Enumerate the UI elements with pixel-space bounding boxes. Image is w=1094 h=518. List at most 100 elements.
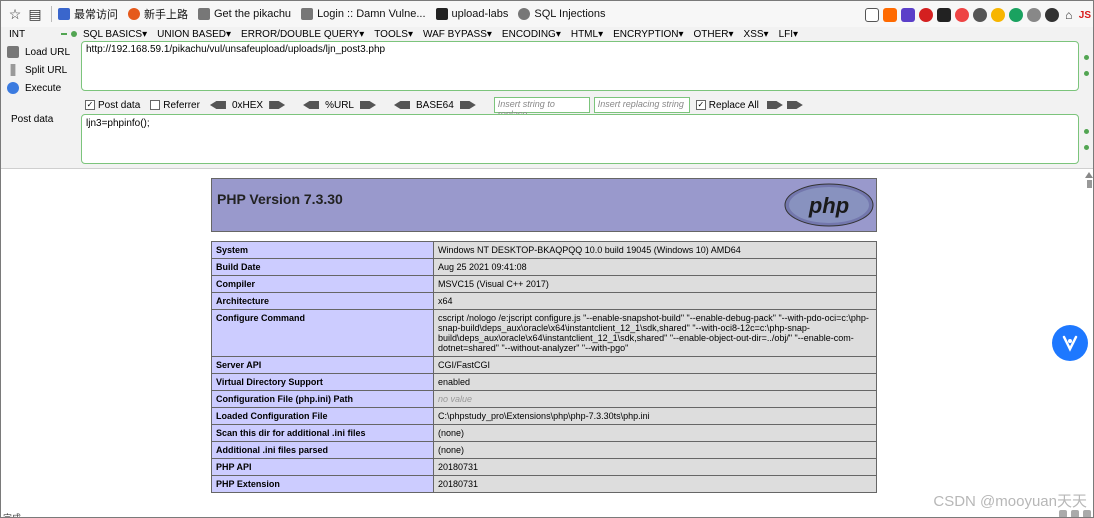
post-data-textarea[interactable]: ljn3=phpinfo();: [81, 114, 1079, 164]
load-url-button[interactable]: Load URL: [7, 43, 77, 61]
browser-window: ☆ ▤ 最常访问 新手上路 Get the pikachu Login :: Damn…: [0, 0, 1094, 518]
folder-icon: [435, 8, 448, 20]
url-textarea[interactable]: http://192.168.59.1/pikachu/vul/unsafeup…: [81, 41, 1079, 91]
row-value: (none): [433, 424, 877, 442]
hackbar-dash-icon[interactable]: [61, 33, 67, 35]
post-data-heading: Post data: [11, 114, 54, 125]
star-icon[interactable]: ☆: [5, 4, 25, 24]
hackbar-menu-item[interactable]: LFI▾: [779, 29, 798, 40]
hackbar-mode-select[interactable]: INT: [1, 29, 61, 40]
hackbar-menu-item[interactable]: TOOLS▾: [374, 29, 413, 40]
hackbar-menu-item[interactable]: SQL BASICS▾: [83, 29, 147, 40]
arrow-right-icon[interactable]: [459, 101, 476, 109]
hackbar-actions: Load URL Split URL Execute: [7, 43, 77, 97]
load-url-icon: [7, 46, 19, 58]
split-url-button[interactable]: Split URL: [7, 61, 77, 79]
table-row: Scan this dir for additional .ini files(…: [211, 424, 877, 442]
status-text: 完成: [3, 513, 22, 518]
status-icons: [1059, 510, 1091, 517]
arrow-right-icon[interactable]: [766, 101, 783, 109]
bookmark-item[interactable]: 新手上路: [128, 6, 188, 22]
hex-encoder[interactable]: 0xHEX: [209, 100, 286, 111]
search-icon[interactable]: [954, 8, 969, 22]
hackbar-menu-item[interactable]: ENCODING▾: [502, 29, 561, 40]
hackbar-menu-item[interactable]: OTHER▾: [694, 29, 734, 40]
base64-label: BASE64: [415, 99, 454, 111]
replace-all-checkbox[interactable]: ✓ Replace All: [695, 100, 759, 111]
checkbox-checked-icon: ✓: [85, 100, 95, 110]
hackbar-menu-item[interactable]: UNION BASED▾: [157, 29, 231, 40]
bookmark-label: Get the pikachu: [214, 8, 292, 20]
table-row: Configuration File (php.ini) Path no valu…: [211, 390, 877, 408]
scroll-thumb[interactable]: [1086, 180, 1092, 188]
execute-icon: [7, 82, 19, 94]
row-key: Virtual Directory Support: [211, 373, 434, 391]
hackbar-menu-item[interactable]: HTML▾: [571, 29, 603, 40]
row-key: Architecture: [211, 292, 434, 310]
execute-button[interactable]: Execute: [7, 79, 77, 97]
account-icon[interactable]: [1044, 8, 1059, 22]
table-row: Compiler MSVC15 (Visual C++ 2017): [211, 275, 877, 293]
arrow-left-icon[interactable]: [393, 101, 410, 109]
page-icon: [198, 8, 210, 20]
post-data-checkbox[interactable]: ✓ Post data: [85, 100, 140, 111]
row-value: enabled: [433, 373, 877, 391]
bookmark-item[interactable]: Login :: Damn Vulne...: [301, 8, 426, 20]
row-key: Additional .ini files parsed: [211, 441, 434, 459]
shield-icon[interactable]: [936, 8, 951, 22]
bookmark-item[interactable]: SQL Injections: [518, 8, 606, 20]
js-extension-icon[interactable]: JS: [1079, 10, 1091, 21]
home-icon[interactable]: ⌂: [1063, 5, 1075, 25]
hackbar-menu-item[interactable]: XSS▾: [744, 29, 769, 40]
table-row: Virtual Directory Support enabled: [211, 373, 877, 391]
scroll-up-icon[interactable]: [1085, 172, 1093, 178]
status-icon: [1071, 510, 1079, 517]
hackbar-panel: Load URL Split URL Execute http://192.16…: [1, 41, 1093, 169]
hackbar-dot-icon[interactable]: [71, 31, 77, 37]
phpinfo-table: System Windows NT DESKTOP-BKAQPQQ 10.0 bu…: [211, 241, 877, 493]
row-key: Configure Command: [211, 309, 434, 357]
insert-string-input[interactable]: Insert string to replace: [493, 97, 590, 119]
floating-assistant-button[interactable]: [1052, 325, 1088, 361]
reader-icon[interactable]: ▤: [25, 4, 45, 24]
extension-icon[interactable]: [1008, 8, 1023, 22]
bookmark-list: 最常访问 新手上路 Get the pikachu Login :: Damn Vul…: [58, 6, 616, 22]
hackbar-menu-item[interactable]: WAF BYPASS▾: [423, 29, 492, 40]
php-logo-icon: php: [784, 183, 874, 227]
url-encode-label: %URL: [325, 99, 354, 111]
row-value: C:\phpstudy_pro\Extensions\php\php-7.3.3…: [433, 407, 877, 425]
sync-icon[interactable]: [1026, 8, 1041, 22]
hackbar-options: ✓ Post data Referrer 0xHEX %URL BASE64 I…: [85, 97, 803, 119]
base64-encoder[interactable]: BASE64: [393, 99, 476, 111]
gear-icon[interactable]: [972, 8, 987, 22]
arrow-right-icon[interactable]: [269, 101, 286, 109]
folder-icon: [58, 8, 70, 20]
extension-icon[interactable]: [864, 8, 879, 22]
replacing-string-input[interactable]: Insert replacing string: [593, 97, 690, 113]
bookmark-item[interactable]: 最常访问: [58, 6, 118, 22]
hackbar-menu-item[interactable]: ENCRYPTION▾: [613, 29, 683, 40]
extension-icon[interactable]: [882, 8, 897, 22]
row-value: MSVC15 (Visual C++ 2017): [433, 275, 877, 293]
bookmark-label: SQL Injections: [534, 8, 606, 20]
load-url-label: Load URL: [25, 46, 71, 58]
hackbar-menu-item[interactable]: ERROR/DOUBLE QUERY▾: [241, 29, 364, 40]
url-encoder[interactable]: %URL: [303, 100, 376, 111]
smiley-icon[interactable]: [990, 8, 1005, 22]
referrer-checkbox[interactable]: Referrer: [150, 100, 200, 111]
post-dot-icon: [1084, 129, 1089, 134]
separator: [51, 6, 52, 22]
adblock-icon[interactable]: [918, 8, 933, 22]
bookmark-item[interactable]: upload-labs: [435, 8, 508, 20]
arrow-right-icon[interactable]: [786, 101, 803, 109]
bookmark-item[interactable]: Get the pikachu: [198, 8, 291, 20]
extension-icon[interactable]: [900, 8, 915, 22]
arrow-left-icon[interactable]: [303, 101, 320, 109]
arrow-right-icon[interactable]: [359, 101, 376, 109]
bookmark-label: Login :: Damn Vulne...: [317, 8, 426, 20]
checkbox-checked-icon: ✓: [695, 100, 706, 110]
arrow-left-icon[interactable]: [209, 101, 226, 109]
page-icon: [301, 8, 314, 20]
table-row: Configure Command cscript /nologo /e:jscr…: [211, 309, 877, 357]
row-value: cscript /nologo /e:jscript configure.js …: [433, 309, 877, 357]
